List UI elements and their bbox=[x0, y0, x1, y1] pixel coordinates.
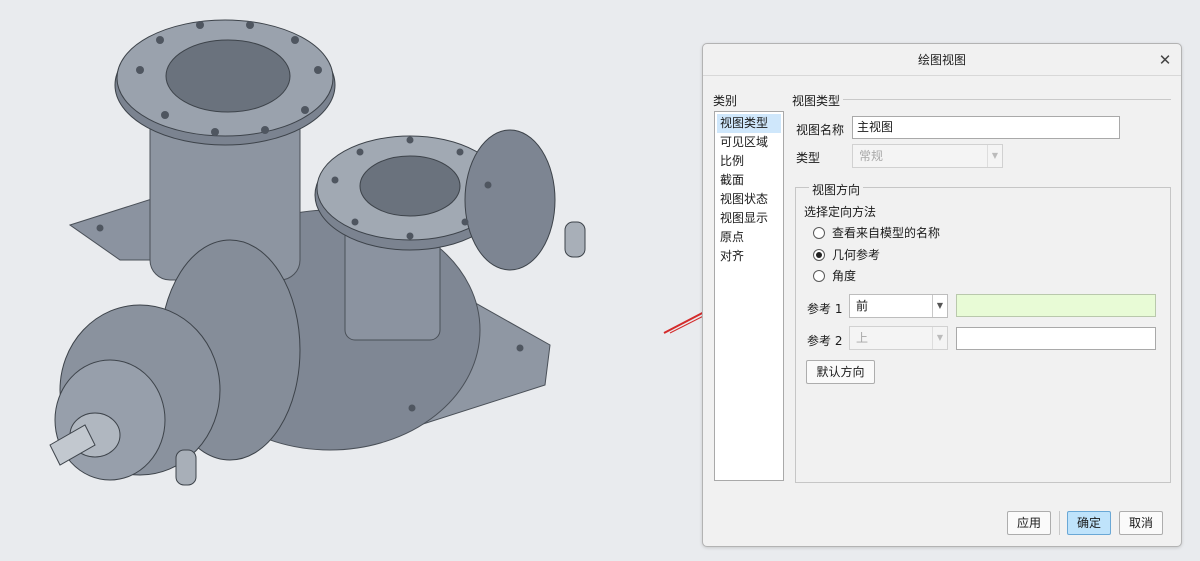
category-item-scale[interactable]: 比例 bbox=[715, 152, 783, 171]
category-item-view-type[interactable]: 视图类型 bbox=[717, 114, 781, 133]
radio-model-name-label: 查看来自模型的名称 bbox=[832, 226, 941, 240]
dialog-titlebar[interactable]: 绘图视图 bbox=[703, 44, 1181, 76]
reference2-label: 参考 2 bbox=[807, 334, 843, 348]
category-item-alignment[interactable]: 对齐 bbox=[715, 247, 783, 266]
reference2-select-value: 上 bbox=[856, 331, 869, 345]
radio-angle[interactable]: 角度 bbox=[813, 267, 856, 285]
reference1-select-value: 前 bbox=[856, 299, 869, 313]
radio-icon bbox=[813, 226, 825, 239]
category-label: 类别 bbox=[713, 94, 738, 108]
oil-cup-right bbox=[564, 221, 586, 258]
group-divider bbox=[843, 99, 1171, 100]
category-item-view-display[interactable]: 视图显示 bbox=[715, 209, 783, 228]
reference1-select[interactable]: 前 ▼ bbox=[849, 294, 948, 318]
radio-selected-icon bbox=[813, 248, 825, 261]
model-viewport[interactable] bbox=[0, 0, 700, 561]
category-item-view-states[interactable]: 视图状态 bbox=[715, 190, 783, 209]
reference2-collector[interactable] bbox=[956, 327, 1156, 350]
radio-icon bbox=[813, 269, 825, 282]
radio-angle-label: 角度 bbox=[832, 269, 857, 283]
category-item-section[interactable]: 截面 bbox=[715, 171, 783, 190]
button-separator bbox=[1059, 511, 1060, 535]
reference1-label: 参考 1 bbox=[807, 302, 843, 316]
view-name-label: 视图名称 bbox=[796, 123, 845, 137]
chevron-down-icon: ▼ bbox=[932, 327, 947, 349]
category-item-origin[interactable]: 原点 bbox=[715, 228, 783, 247]
type-label: 类型 bbox=[796, 151, 821, 165]
chevron-down-icon: ▼ bbox=[932, 295, 947, 317]
ok-button[interactable]: 确定 bbox=[1067, 511, 1111, 535]
orientation-method-label: 选择定向方法 bbox=[804, 205, 877, 219]
radio-geometry-reference-label: 几何参考 bbox=[832, 248, 881, 262]
reference1-collector[interactable] bbox=[956, 294, 1156, 317]
category-list[interactable]: 视图类型 可见区域 比例 截面 视图状态 视图显示 原点 对齐 bbox=[714, 111, 784, 481]
apply-button[interactable]: 应用 bbox=[1007, 511, 1051, 535]
type-select-value: 常规 bbox=[859, 149, 884, 163]
radio-model-name[interactable]: 查看来自模型的名称 bbox=[813, 224, 940, 242]
category-item-visible-area[interactable]: 可见区域 bbox=[715, 133, 783, 152]
oil-cup-left bbox=[175, 449, 197, 486]
close-icon[interactable]: ✕ bbox=[1155, 50, 1175, 70]
right-bearing bbox=[464, 129, 556, 271]
drawing-view-dialog: 绘图视图 ✕ 类别 视图类型 可见区域 比例 截面 视图状态 视图显示 原点 对… bbox=[702, 43, 1182, 547]
type-select[interactable]: 常规 ▼ bbox=[852, 144, 1003, 168]
chevron-down-icon: ▼ bbox=[987, 145, 1002, 167]
cancel-button[interactable]: 取消 bbox=[1119, 511, 1163, 535]
reference2-select[interactable]: 上 ▼ bbox=[849, 326, 948, 350]
view-name-input[interactable]: 主视图 bbox=[852, 116, 1120, 139]
pump-model bbox=[49, 19, 586, 486]
dialog-title: 绘图视图 bbox=[917, 53, 966, 67]
top-flange-bore bbox=[165, 39, 291, 113]
side-flange-bore bbox=[359, 155, 461, 217]
orientation-group-title: 视图方向 bbox=[809, 181, 864, 198]
view-type-group-title: 视图类型 bbox=[792, 94, 841, 108]
default-orientation-button[interactable]: 默认方向 bbox=[806, 360, 875, 384]
radio-geometry-reference[interactable]: 几何参考 bbox=[813, 246, 880, 264]
